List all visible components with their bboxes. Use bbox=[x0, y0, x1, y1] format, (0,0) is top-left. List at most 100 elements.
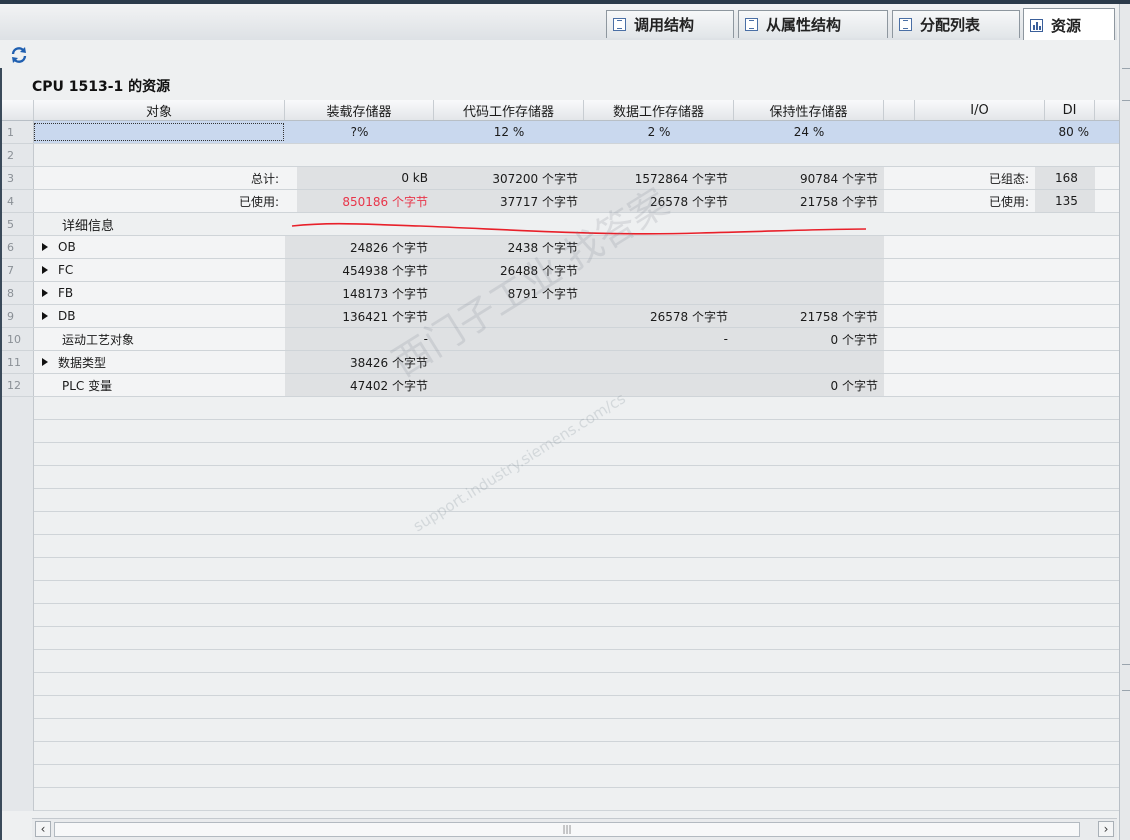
table-row[interactable]: 5 详细信息 bbox=[2, 213, 1119, 236]
row-number: 1 bbox=[2, 121, 34, 143]
data-memory-value: 2 % bbox=[647, 125, 671, 139]
refresh-icon[interactable] bbox=[9, 45, 29, 65]
fb-item[interactable]: FB bbox=[42, 282, 282, 304]
column-header-io[interactable]: I/O bbox=[915, 100, 1045, 120]
row-number-cell bbox=[2, 765, 34, 788]
empty-row bbox=[2, 535, 1119, 558]
row-number-cell bbox=[2, 696, 34, 719]
retain-memory-value bbox=[734, 236, 884, 258]
retain-memory-value bbox=[734, 282, 884, 304]
expand-arrow-icon[interactable] bbox=[42, 312, 48, 320]
di-configured-value: 168 bbox=[1035, 167, 1095, 189]
row-number-cell bbox=[2, 788, 34, 811]
focus-indicator bbox=[34, 123, 284, 141]
table-row[interactable]: 10 运动工艺对象 - - 0 个字节 bbox=[2, 328, 1119, 351]
row-number-cell bbox=[2, 581, 34, 604]
empty-row bbox=[2, 420, 1119, 443]
row-number-cell bbox=[2, 420, 34, 443]
code-memory-value bbox=[434, 351, 584, 373]
row-number: 5 bbox=[2, 213, 34, 235]
io-configured-label: 已组态: bbox=[988, 171, 1029, 186]
data-memory-value bbox=[584, 236, 734, 258]
horizontal-scrollbar[interactable]: ‹ ||| › bbox=[32, 818, 1117, 840]
tab-assignment-list[interactable]: 分配列表 bbox=[892, 10, 1020, 38]
di-value: 80 % bbox=[1058, 125, 1090, 139]
column-header-di[interactable]: DI bbox=[1045, 100, 1095, 120]
call-structure-icon bbox=[613, 18, 626, 31]
table-header: 对象 装载存储器 代码工作存储器 数据工作存储器 保持性存储器 I/O DI bbox=[2, 100, 1119, 121]
table-row[interactable]: 6 OB 24826 个字节 2438 个字节 bbox=[2, 236, 1119, 259]
empty-row bbox=[2, 489, 1119, 512]
retain-memory-value bbox=[734, 259, 884, 281]
object-name: DB bbox=[58, 309, 76, 323]
tab-label: 调用结构 bbox=[634, 16, 695, 34]
table-row[interactable]: 7 FC 454938 个字节 26488 个字节 bbox=[2, 259, 1119, 282]
load-memory-value: 454938 个字节 bbox=[285, 259, 434, 281]
load-memory-value: - bbox=[285, 328, 434, 350]
tab-call-structure[interactable]: 调用结构 bbox=[606, 10, 734, 38]
data-types-item[interactable]: 数据类型 bbox=[42, 351, 282, 373]
empty-row bbox=[2, 397, 1119, 420]
table-row[interactable]: 1 ?% 12 % 2 % 24 % 80 % bbox=[2, 121, 1119, 144]
table-row[interactable]: 2 bbox=[2, 144, 1119, 167]
dependency-structure-icon bbox=[745, 18, 758, 31]
scroll-right-button[interactable]: › bbox=[1098, 821, 1114, 837]
column-header-retain-memory[interactable]: 保持性存储器 bbox=[734, 100, 884, 120]
row-number-cell bbox=[2, 742, 34, 765]
column-header-object[interactable]: 对象 bbox=[34, 100, 285, 120]
table-row[interactable]: 12 PLC 变量 47402 个字节 0 个字节 bbox=[2, 374, 1119, 397]
expand-arrow-icon[interactable] bbox=[42, 266, 48, 274]
object-name: 运动工艺对象 bbox=[62, 332, 135, 347]
code-memory-value: 12 % bbox=[493, 125, 525, 139]
retain-memory-total: 90784 个字节 bbox=[734, 167, 884, 189]
expand-arrow-icon[interactable] bbox=[42, 243, 48, 251]
empty-row bbox=[2, 581, 1119, 604]
scroll-left-button[interactable]: ‹ bbox=[35, 821, 51, 837]
row-number-cell bbox=[2, 719, 34, 742]
tab-dependency-structure[interactable]: 从属性结构 bbox=[738, 10, 888, 38]
row-number: 6 bbox=[2, 236, 34, 258]
row-number: 7 bbox=[2, 259, 34, 281]
row-number-cell bbox=[2, 489, 34, 512]
row-number: 11 bbox=[2, 351, 34, 373]
code-memory-total: 307200 个字节 bbox=[434, 167, 584, 189]
row-number: 2 bbox=[2, 144, 34, 166]
db-item[interactable]: DB bbox=[42, 305, 282, 327]
resources-chart-icon bbox=[1030, 18, 1043, 32]
ob-item[interactable]: OB bbox=[42, 236, 282, 258]
row-number: 3 bbox=[2, 167, 34, 189]
column-header-data-work-memory[interactable]: 数据工作存储器 bbox=[584, 100, 734, 120]
fc-item[interactable]: FC bbox=[42, 259, 282, 281]
tab-resources[interactable]: 资源 bbox=[1023, 8, 1115, 41]
table-row[interactable]: 9 DB 136421 个字节 26578 个字节 21758 个字节 bbox=[2, 305, 1119, 328]
column-header-code-work-memory[interactable]: 代码工作存储器 bbox=[434, 100, 584, 120]
data-memory-value bbox=[584, 259, 734, 281]
page-title: CPU 1513-1 的资源 bbox=[32, 79, 171, 95]
io-used-label: 已使用: bbox=[988, 194, 1029, 209]
data-memory-value: - bbox=[584, 328, 734, 350]
load-memory-value: 47402 个字节 bbox=[285, 374, 434, 396]
retain-memory-value bbox=[734, 351, 884, 373]
row-number-cell bbox=[2, 535, 34, 558]
code-memory-value: 26488 个字节 bbox=[434, 259, 584, 281]
scroll-thumb[interactable]: ||| bbox=[54, 822, 1080, 837]
expand-arrow-icon[interactable] bbox=[42, 289, 48, 297]
table-row[interactable]: 8 FB 148173 个字节 8791 个字节 bbox=[2, 282, 1119, 305]
assignment-list-icon bbox=[899, 18, 912, 31]
retain-memory-value: 24 % bbox=[793, 125, 825, 139]
object-name: PLC 变量 bbox=[62, 378, 113, 393]
load-memory-total: 0 kB bbox=[297, 167, 434, 189]
column-header-load-memory[interactable]: 装载存储器 bbox=[285, 100, 434, 120]
load-memory-used: 850186 个字节 bbox=[297, 190, 434, 212]
expand-arrow-icon[interactable] bbox=[42, 358, 48, 366]
row-number-cell bbox=[2, 604, 34, 627]
data-memory-value: 26578 个字节 bbox=[584, 305, 734, 327]
resources-table: 对象 装载存储器 代码工作存储器 数据工作存储器 保持性存储器 I/O DI 1… bbox=[2, 100, 1119, 397]
empty-row bbox=[2, 719, 1119, 742]
right-side-panel-edge bbox=[1119, 4, 1130, 840]
table-row[interactable]: 4 已使用: 850186 个字节 37717 个字节 26578 个字节 21… bbox=[2, 190, 1119, 213]
data-memory-total: 1572864 个字节 bbox=[584, 167, 734, 189]
table-row[interactable]: 11 数据类型 38426 个字节 bbox=[2, 351, 1119, 374]
table-row[interactable]: 3 总计: 0 kB 307200 个字节 1572864 个字节 90784 … bbox=[2, 167, 1119, 190]
code-memory-value: 2438 个字节 bbox=[434, 236, 584, 258]
